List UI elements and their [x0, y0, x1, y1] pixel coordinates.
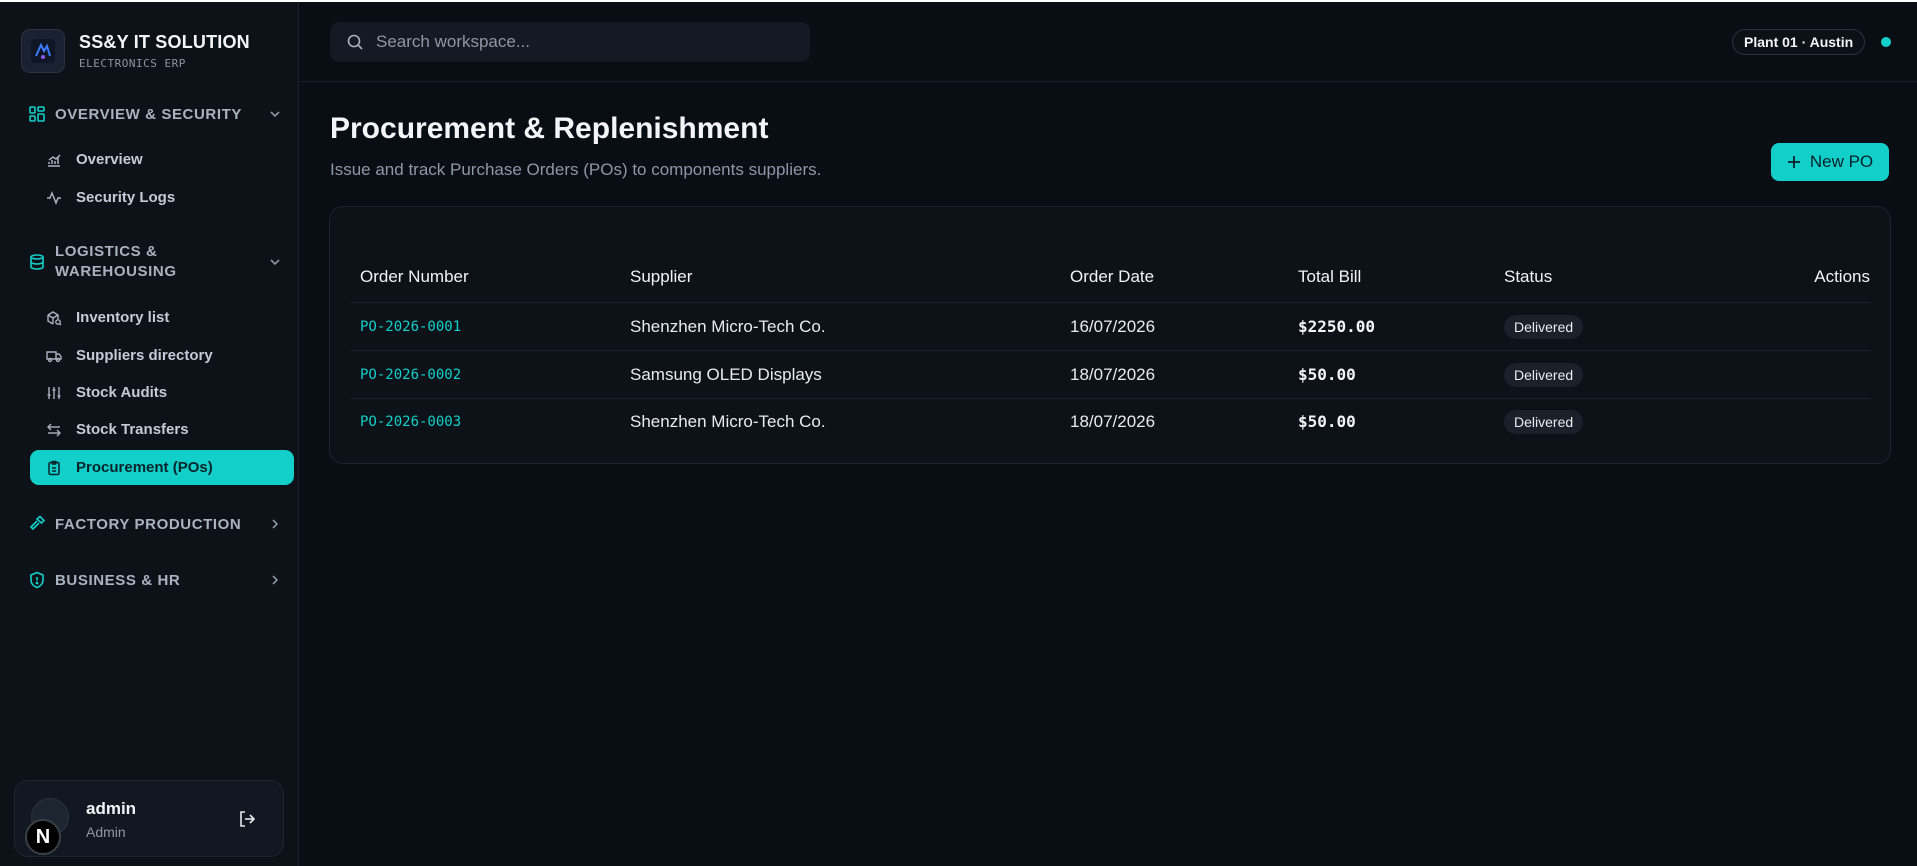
truck-icon — [46, 350, 62, 362]
user-role: Admin — [86, 824, 126, 840]
total-bill-cell: $50.00 — [1298, 412, 1356, 431]
chart-icon — [48, 153, 61, 167]
chevron-down-icon — [270, 259, 280, 266]
user-card: N admin Admin — [14, 780, 284, 857]
sidebar-item-security-logs[interactable]: Security Logs — [30, 180, 294, 215]
table-row[interactable]: PO-2026-0003 Shenzhen Micro-Tech Co. 18/… — [350, 398, 1871, 446]
page-title: Procurement & Replenishment — [330, 112, 769, 145]
order-number-link[interactable]: PO-2026-0003 — [360, 398, 461, 445]
search-input[interactable] — [376, 32, 796, 52]
column-header-supplier[interactable]: Supplier — [630, 267, 692, 287]
next-badge[interactable]: N — [25, 819, 61, 855]
dashboard-icon — [29, 106, 45, 122]
supplier-cell: Shenzhen Micro-Tech Co. — [630, 411, 826, 431]
purchase-orders-table: Order Number Supplier Order Date Total B… — [329, 206, 1891, 464]
brand-subtitle: ELECTRONICS ERP — [79, 57, 186, 70]
page-subtitle: Issue and track Purchase Orders (POs) to… — [330, 160, 822, 179]
section-label-line1: LOGISTICS & — [55, 243, 158, 260]
clipboard-list-icon — [48, 460, 60, 475]
section-overview-security[interactable]: OVERVIEW & SECURITY — [28, 105, 282, 123]
sidebar-item-inventory-list[interactable]: Inventory list — [30, 300, 294, 335]
plant-selector[interactable]: Plant 01 · Austin — [1732, 29, 1866, 55]
sidebar-item-label: Procurement (POs) — [76, 459, 213, 476]
brand-title: SS&Y IT SOLUTION — [79, 32, 250, 52]
status-badge: Delivered — [1504, 409, 1584, 434]
sidebar-item-label: Stock Transfers — [76, 421, 189, 438]
activity-icon — [47, 190, 61, 205]
section-logistics-warehousing[interactable]: LOGISTICS & WAREHOUSING — [28, 242, 282, 282]
sidebar-item-label: Suppliers directory — [76, 347, 213, 364]
order-date-cell: 18/07/2026 — [1070, 411, 1156, 431]
column-header-order-date[interactable]: Order Date — [1070, 267, 1154, 287]
search-icon — [347, 34, 363, 50]
sliders-icon — [47, 386, 61, 399]
status-dot — [1881, 37, 1891, 47]
order-number-link[interactable]: PO-2026-0002 — [360, 351, 461, 398]
order-number-link[interactable]: PO-2026-0001 — [360, 303, 461, 350]
supplier-cell: Samsung OLED Displays — [630, 364, 822, 384]
section-label: OVERVIEW & SECURITY — [55, 105, 242, 123]
new-po-button[interactable]: New PO — [1771, 143, 1889, 181]
chevron-right-icon — [272, 519, 279, 529]
table-row[interactable]: PO-2026-0002 Samsung OLED Displays 18/07… — [350, 351, 1871, 399]
sidebar: SS&Y IT SOLUTION ELECTRONICS ERP OVERVIE… — [0, 2, 299, 866]
logout-icon[interactable] — [237, 809, 257, 829]
status-badge: Delivered — [1504, 362, 1584, 387]
topbar: Plant 01 · Austin — [300, 2, 1917, 82]
package-search-icon — [47, 310, 62, 325]
search-box[interactable] — [330, 22, 810, 62]
user-name: admin — [86, 799, 137, 818]
supplier-cell: Shenzhen Micro-Tech Co. — [630, 316, 826, 336]
sidebar-item-label: Stock Audits — [76, 384, 168, 401]
new-po-label: New PO — [1809, 152, 1874, 171]
column-header-status[interactable]: Status — [1504, 267, 1552, 287]
sidebar-item-procurement[interactable]: Procurement (POs) — [30, 450, 294, 485]
column-header-actions: Actions — [1814, 267, 1870, 286]
arrows-transfer-icon — [47, 423, 61, 436]
section-factory-production[interactable]: FACTORY PRODUCTION — [28, 515, 282, 533]
sidebar-item-stock-transfers[interactable]: Stock Transfers — [30, 412, 294, 447]
sidebar-item-label: Security Logs — [76, 189, 176, 206]
order-date-cell: 18/07/2026 — [1070, 364, 1156, 384]
section-label-line2: WAREHOUSING — [55, 263, 177, 280]
total-bill-cell: $50.00 — [1298, 365, 1356, 384]
chevron-right-icon — [272, 575, 279, 585]
plus-icon — [1787, 156, 1800, 168]
table-row[interactable]: PO-2026-0001 Shenzhen Micro-Tech Co. 16/… — [350, 303, 1871, 351]
section-label: BUSINESS & HR — [55, 571, 181, 589]
brand-logo-icon — [21, 29, 65, 73]
column-header-order-number[interactable]: Order Number — [360, 267, 469, 287]
sidebar-item-suppliers-directory[interactable]: Suppliers directory — [30, 338, 294, 373]
status-badge: Delivered — [1504, 314, 1584, 339]
shield-icon — [30, 571, 44, 589]
hammer-icon — [29, 515, 46, 531]
sidebar-item-label: Inventory list — [76, 309, 170, 326]
chevron-down-icon — [270, 111, 280, 118]
brand[interactable]: SS&Y IT SOLUTION ELECTRONICS ERP — [21, 29, 250, 73]
column-header-total-bill[interactable]: Total Bill — [1298, 267, 1361, 287]
order-date-cell: 16/07/2026 — [1070, 316, 1156, 336]
section-business-hr[interactable]: BUSINESS & HR — [28, 571, 282, 589]
section-label: FACTORY PRODUCTION — [55, 515, 242, 533]
sidebar-item-stock-audits[interactable]: Stock Audits — [30, 375, 294, 410]
sidebar-item-overview[interactable]: Overview — [30, 142, 294, 177]
sidebar-item-label: Overview — [76, 151, 143, 168]
database-icon — [30, 254, 44, 270]
total-bill-cell: $2250.00 — [1298, 317, 1376, 336]
